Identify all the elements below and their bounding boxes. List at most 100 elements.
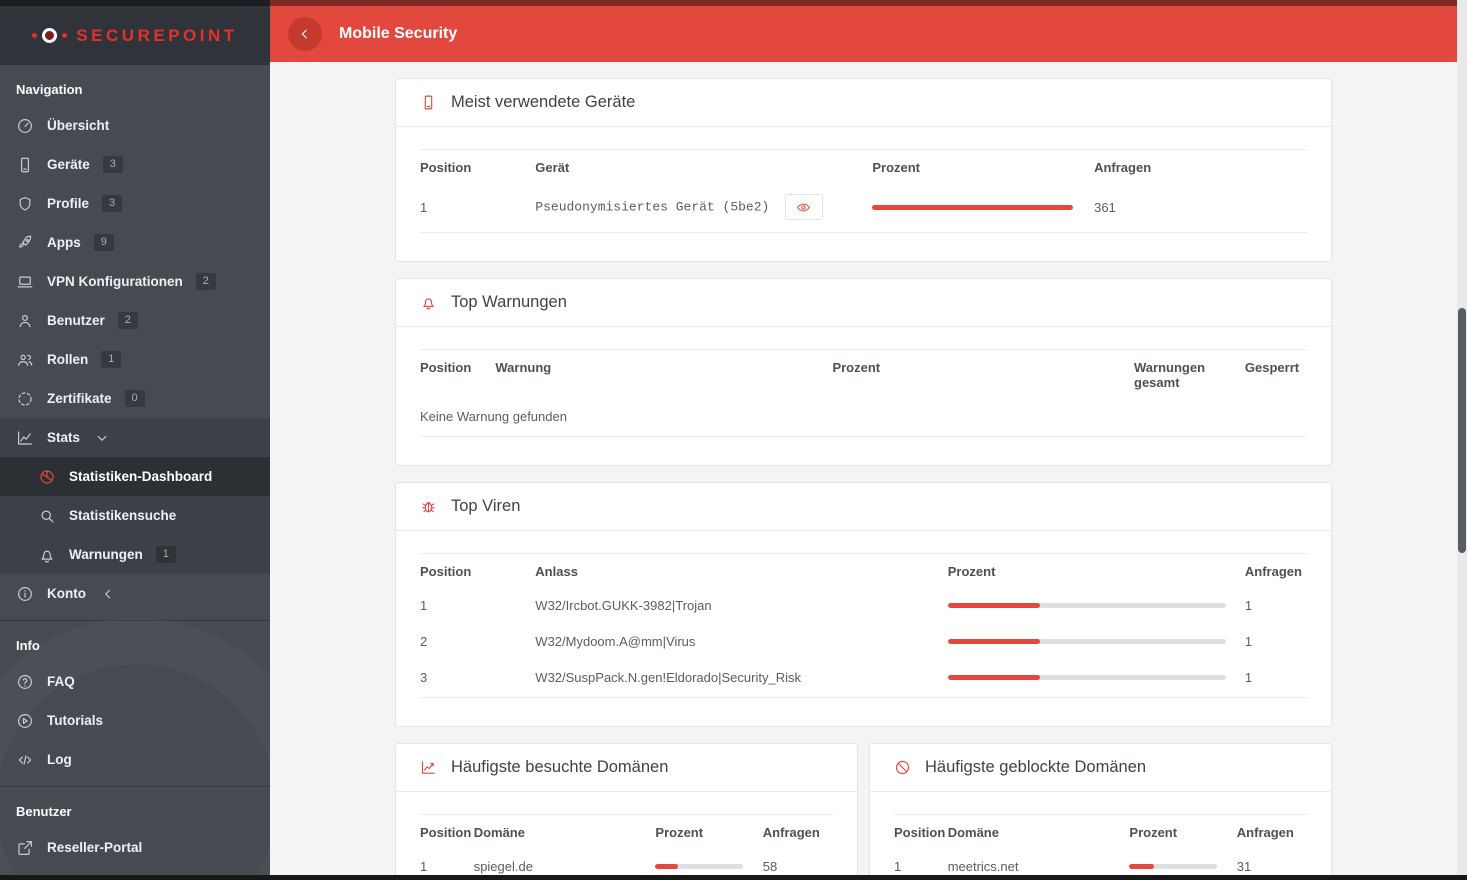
card-warnings-header: Top Warnungen [396,279,1331,327]
sidebar-item-label: VPN Konfigurationen [47,274,183,289]
col-header-anlass: Anlass [535,564,578,579]
rocket-icon [19,235,32,248]
sidebar-item-zertifikate[interactable]: Zertifikate 0 [0,379,270,418]
play-circle-icon [18,713,32,728]
brand-name: SECUREPOINT [76,25,238,45]
pie-chart-icon [40,469,54,484]
card-devices-header: Meist verwendete Geräte [396,79,1331,127]
sidebar-item-reseller-portal[interactable]: Reseller-Portal [0,828,270,867]
external-link-icon [18,840,32,855]
sidebar-item-label: Statistiken-Dashboard [69,469,213,484]
cell-requests: 1 [1244,598,1253,613]
sidebar-item-label: Stats [47,430,81,445]
card-blocked-domains: Häufigste geblockte Domänen Position Dom… [869,743,1332,880]
viruses-table: Position Anlass Prozent Anfragen 1 W32/I… [420,553,1307,698]
sidebar-section-info: Info [16,638,40,653]
sidebar-item-warnungen[interactable]: Warnungen 1 [0,535,270,574]
sidebar-item-geraete[interactable]: Geräte 3 [0,145,270,184]
col-header-anfragen: Anfragen [1236,825,1294,840]
chevron-left-icon [301,29,307,39]
cell-virus-name: W32/Mydoom.A@mm|Virus [535,634,696,649]
ban-icon [895,760,910,775]
col-header-domaene: Domäne [947,825,999,840]
col-header-prozent: Prozent [832,360,881,375]
logo-ring-icon [42,28,58,43]
card-blocked-domains-header: Häufigste geblockte Domänen [870,744,1331,792]
col-header-warnungen-gesamt: Warnungen gesamt [1134,360,1206,390]
col-header-position: Position [420,825,472,840]
count-badge: 3 [102,155,123,174]
table-row: 2 W32/Mydoom.A@mm|Virus 1 [420,625,1307,661]
table-row: Keine Warnung gefunden [420,400,1307,437]
back-button[interactable] [288,17,322,51]
brand-logo[interactable]: SECUREPOINT [0,0,270,65]
sidebar-item-profile[interactable]: Profile 3 [0,184,270,223]
area-chart-icon [18,430,32,445]
info-circle-icon [18,586,32,601]
sidebar-item-uebersicht[interactable]: Übersicht [0,106,270,145]
main-area: Mobile Security Meist verwendete Geräte [270,0,1457,880]
scrollbar-thumb[interactable] [1458,308,1466,553]
card-title: Häufigste geblockte Domänen [925,758,1147,776]
col-header-warnung: Warnung [495,360,552,375]
col-header-prozent: Prozent [947,564,996,579]
sidebar-item-tutorials[interactable]: Tutorials [0,701,270,740]
smartphone-icon [424,95,433,110]
progress-bar [1129,864,1218,869]
cell-requests: 1 [1244,661,1307,698]
device-name: Pseudonymisiertes Gerät (5be2) [535,199,770,215]
sidebar-item-vpn-konfigurationen[interactable]: VPN Konfigurationen 2 [0,262,270,301]
sidebar-item-label: Benutzer [47,313,105,328]
sidebar-item-statistikensuche[interactable]: Statistikensuche [0,496,270,535]
col-header-prozent: Prozent [872,160,921,175]
table-row: 1 W32/Ircbot.GUKK-3982|Trojan 1 [420,589,1307,625]
card-visited-domains-header: Häufigste besuchte Domänen [396,744,857,792]
sidebar-item-label: Profile [47,196,90,211]
scrollbar-track[interactable] [1457,0,1467,880]
col-header-position: Position [420,360,472,375]
table-row: 3 W32/SuspPack.N.gen!Eldorado|Security_R… [420,661,1307,698]
cell-percent [947,661,1245,698]
app-window: SECUREPOINT Navigation Übersicht Geräte … [0,0,1467,880]
sidebar-item-label: FAQ [47,674,75,689]
progress-bar [947,675,1227,680]
window-bottom-edge [0,875,1467,880]
empty-state-message: Keine Warnung gefunden [420,400,1307,437]
card-warnings: Top Warnungen Position Warnung Prozent W… [395,278,1332,466]
cell-virus-name: W32/SuspPack.N.gen!Eldorado|Security_Ris… [535,661,948,698]
sidebar-item-faq[interactable]: FAQ [0,662,270,701]
sidebar-item-konto[interactable]: Konto [0,574,270,613]
cell-percent [947,625,1245,661]
users-icon [18,354,33,366]
sidebar-item-log[interactable]: Log [0,740,270,779]
sidebar-item-rollen[interactable]: Rollen 1 [0,340,270,379]
visited-domains-table: Position Domäne Prozent Anfragen 1 spieg… [420,814,833,880]
sidebar-item-statistiken-dashboard[interactable]: Statistiken-Dashboard [0,457,270,496]
card-viruses-header: Top Viren [396,483,1331,531]
sidebar-item-benutzer[interactable]: Benutzer 2 [0,301,270,340]
view-device-button[interactable] [784,194,823,220]
col-header-position: Position [420,564,472,579]
cell-virus-name: W32/Ircbot.GUKK-3982|Trojan [535,598,712,613]
sidebar-item-stats[interactable]: Stats [0,418,270,457]
code-icon [18,755,32,764]
col-header-domaene: Domäne [473,825,525,840]
progress-bar [947,639,1227,644]
devices-table: Position Gerät Prozent Anfragen 1 Pseudo… [420,149,1307,233]
gauge-icon [18,118,32,133]
sidebar-item-label: Reseller-Portal [47,840,143,855]
sidebar-stats-group: Stats Statistiken-Dashboard Statistikens… [0,418,270,574]
dashed-circle-icon [18,391,32,406]
smartphone-icon [21,157,29,172]
sidebar-item-label: Geräte [47,157,90,172]
logo-dot-icon [62,33,68,38]
count-badge: 0 [124,389,145,408]
sidebar-item-label: Apps [47,235,81,250]
col-header-anfragen: Anfragen [1094,160,1152,175]
card-title: Häufigste besuchte Domänen [451,758,669,776]
sidebar-item-apps[interactable]: Apps 9 [0,223,270,262]
shield-icon [19,196,31,211]
card-title: Top Viren [451,497,521,515]
col-header-geraet: Gerät [535,160,570,175]
sidebar-user-group: Benutzer Reseller-Portal Abmelden [0,786,270,880]
